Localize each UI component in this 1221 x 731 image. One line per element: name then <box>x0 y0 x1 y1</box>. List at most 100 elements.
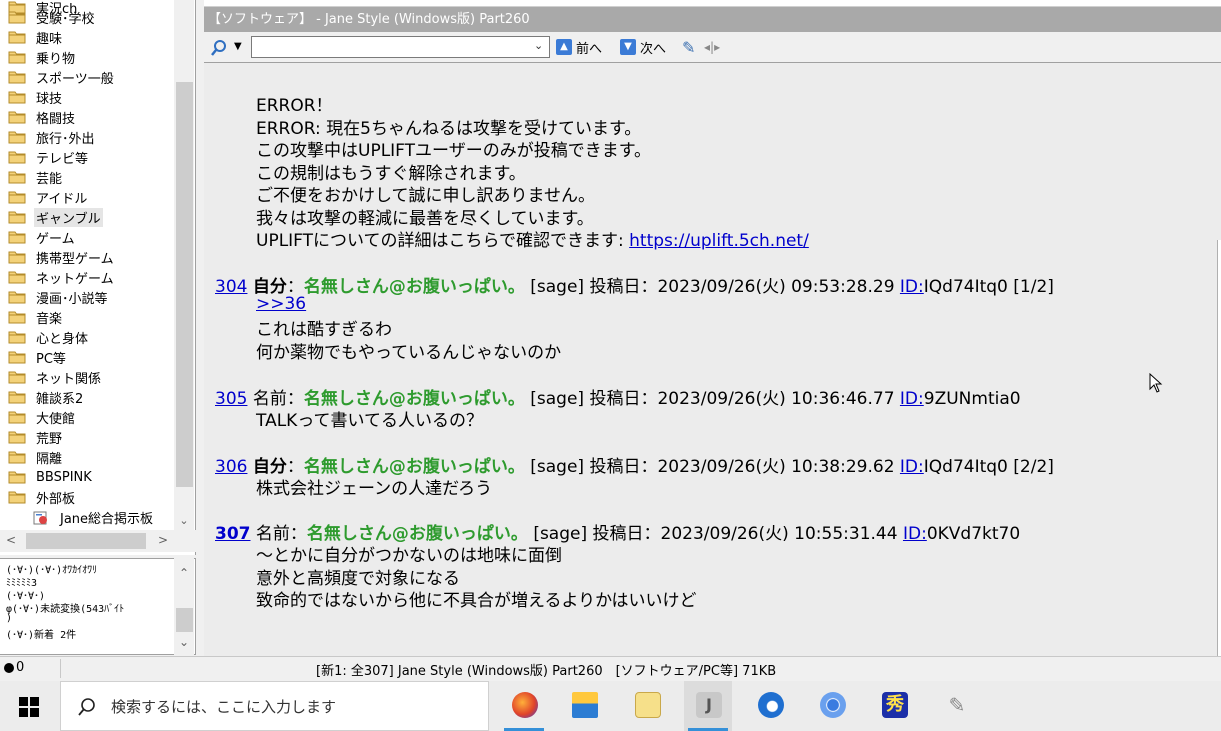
taskbar-firefox[interactable] <box>500 681 548 731</box>
tree-folder-item[interactable]: 音楽 <box>8 307 64 327</box>
tree-folder-label: テレビ等 <box>36 151 89 167</box>
tree-folder-item[interactable]: 漫画･小説等 <box>8 287 110 307</box>
post-date: 投稿日：2023/09/26(火) 10:36:46.77 <box>589 389 895 409</box>
post-body-line: 致命的ではないから他に不具合が増えるよりかはいいけど <box>256 586 696 611</box>
tree-folder-item[interactable]: 乗り物 <box>8 47 77 67</box>
tree-board-item[interactable]: Jane総合掲示板 <box>32 507 155 527</box>
log-scroll-down-icon[interactable]: ⌄ <box>179 635 189 649</box>
taskbar-search-box[interactable]: 検索するには、ここに入力します <box>60 681 489 731</box>
error-line: この規制はもうすぐ解除されます。 <box>256 159 526 184</box>
post-id-link[interactable]: ID: <box>900 457 924 477</box>
tree-folder-item[interactable]: 荒野 <box>8 427 64 447</box>
taskbar-chrome[interactable] <box>808 681 856 731</box>
log-line: φ(･∀･)未読変換(543ﾊﾞｲﾄ <box>6 604 125 615</box>
tree-folder-item[interactable]: 大使館 <box>8 407 77 427</box>
post-id-link[interactable]: ID: <box>903 524 927 544</box>
view-splitter[interactable] <box>1217 240 1221 680</box>
highlight-pen-icon[interactable]: ✎ <box>682 37 695 57</box>
next-button[interactable]: ▼ 次へ <box>620 37 666 57</box>
tree-folder-item[interactable]: PC等 <box>8 347 68 367</box>
log-scroll-up-icon[interactable]: ⌃ <box>179 566 189 580</box>
search-icon[interactable] <box>210 39 228 57</box>
tree-folder-label: 受験･学校 <box>36 11 95 27</box>
tree-folder-item[interactable]: 外部板 <box>8 487 77 507</box>
splitter-icon[interactable]: ◂|▸ <box>704 37 720 57</box>
status-count: 0 <box>16 660 25 675</box>
tree-folder-item[interactable]: 芸能 <box>8 167 64 187</box>
folder-icon <box>8 410 26 424</box>
tree-folder-item[interactable]: ゲーム <box>8 227 77 247</box>
tree-folder-item[interactable]: 心と身体 <box>8 327 90 347</box>
post-id-link[interactable]: ID: <box>900 389 924 409</box>
post-number-link[interactable]: 306 <box>215 457 247 477</box>
taskbar-jane-style[interactable]: J <box>684 681 732 731</box>
status-dot-icon <box>4 663 14 673</box>
search-options-dropdown-icon[interactable]: ▼ <box>234 41 242 52</box>
tree-folder-item[interactable]: ネット関係 <box>8 367 103 387</box>
tree-folder-label: 漫画･小説等 <box>36 291 108 307</box>
folder-icon <box>8 70 26 84</box>
tree-scroll-down-icon[interactable]: ⌄ <box>174 512 194 530</box>
prev-button[interactable]: ▲ 前へ <box>556 37 602 57</box>
tree-folder-item[interactable]: テレビ等 <box>8 147 90 167</box>
post-number-link[interactable]: 307 <box>215 524 251 544</box>
post-id-link[interactable]: ID: <box>900 277 924 297</box>
tree-folder-item[interactable]: 隔離 <box>8 447 64 467</box>
tree-folder-item[interactable]: 雑談系2 <box>8 387 85 407</box>
folder-icon <box>8 490 26 504</box>
tree-board-label: Jane総合掲示板 <box>60 511 154 527</box>
board-tree: 実況ch 受験･学校 趣味 乗り物 スポーツ一般 球技 格闘技 旅行･外出 テレビ等 芸能 アイドル… <box>0 0 196 555</box>
tree-folder-item[interactable]: ネットゲーム <box>8 267 116 287</box>
file-explorer-icon <box>572 692 598 718</box>
tree-folder-item[interactable]: 趣味 <box>8 27 64 47</box>
folder-icon <box>8 370 26 384</box>
poster-name[interactable]: 名無しさん@お腹いっぱい。 <box>304 277 525 297</box>
folder-icon <box>8 310 26 324</box>
reply-anchor-link[interactable]: >>36 <box>256 294 306 314</box>
uplift-link[interactable]: https://uplift.5ch.net/ <box>629 231 809 251</box>
taskbar-editor[interactable]: ✎ <box>932 681 980 731</box>
tree-folder-label: 音楽 <box>36 311 63 327</box>
tree-folder-item[interactable]: 球技 <box>8 87 64 107</box>
windows-start-icon[interactable] <box>18 696 40 718</box>
taskbar-thunderbird[interactable] <box>746 681 794 731</box>
thread-title: 【ソフトウェア】 - Jane Style (Windows版) Part260 <box>204 7 1221 32</box>
tree-folder-item[interactable]: 格闘技 <box>8 107 77 127</box>
chevron-down-icon[interactable]: ⌄ <box>534 39 543 52</box>
folder-icon <box>8 450 26 464</box>
thread-toolbar: ▼ ⌄ ▲ 前へ ▼ 次へ ✎ ◂|▸ <box>204 33 1221 61</box>
tree-folder-item[interactable]: アイドル <box>8 187 89 207</box>
tree-folder-item[interactable]: BBSPINK <box>8 467 94 487</box>
post-number-link[interactable]: 305 <box>215 389 247 409</box>
tree-folder-item[interactable]: スポーツ一般 <box>8 67 116 87</box>
search-input[interactable] <box>251 36 550 58</box>
taskbar-file-explorer[interactable] <box>560 681 608 731</box>
tree-scroll-thumb[interactable] <box>176 82 193 487</box>
editor-icon: ✎ <box>948 693 966 717</box>
next-label: 次へ <box>640 41 667 57</box>
tree-folder-label: スポーツ一般 <box>36 71 114 87</box>
post-body-line: 何か薬物でもやっているんじゃないのか <box>256 338 561 363</box>
taskbar-notepad-folder[interactable] <box>623 681 671 731</box>
post-body-text: 致命的ではないから他に不具合が増えるよりかはいいけど <box>256 591 697 611</box>
error-line: 我々は攻撃の軽減に最善を尽くしています。 <box>256 204 594 229</box>
log-scroll-thumb[interactable] <box>176 608 193 632</box>
tree-folder-item[interactable]: ギャンブル <box>8 207 103 227</box>
scroll-right-icon[interactable]: > <box>158 533 168 547</box>
tree-folder-label: 球技 <box>36 91 63 107</box>
tree-folder-item[interactable]: 携帯型ゲーム <box>8 247 116 267</box>
windows-taskbar: 検索するには、ここに入力します J 秀 ✎ <box>0 681 1221 731</box>
tree-folder-label: 大使館 <box>36 411 76 427</box>
tree-hscroll-thumb[interactable] <box>26 533 146 549</box>
tree-folder-label: 芸能 <box>36 171 63 187</box>
taskbar-hidemaru[interactable]: 秀 <box>870 681 918 731</box>
tree-folder-item[interactable]: 旅行･外出 <box>8 127 97 147</box>
thread-tab-strip <box>204 0 1221 7</box>
tree-folder-label: ゲーム <box>36 231 75 247</box>
taskbar-search-placeholder: 検索するには、ここに入力します <box>111 698 337 716</box>
post-mail: [sage] <box>530 457 585 477</box>
post-number-link[interactable]: 304 <box>215 277 247 297</box>
tree-folder-item[interactable]: 受験･学校 <box>8 7 97 27</box>
scroll-left-icon[interactable]: < <box>6 533 16 547</box>
prev-label: 前へ <box>576 41 603 57</box>
